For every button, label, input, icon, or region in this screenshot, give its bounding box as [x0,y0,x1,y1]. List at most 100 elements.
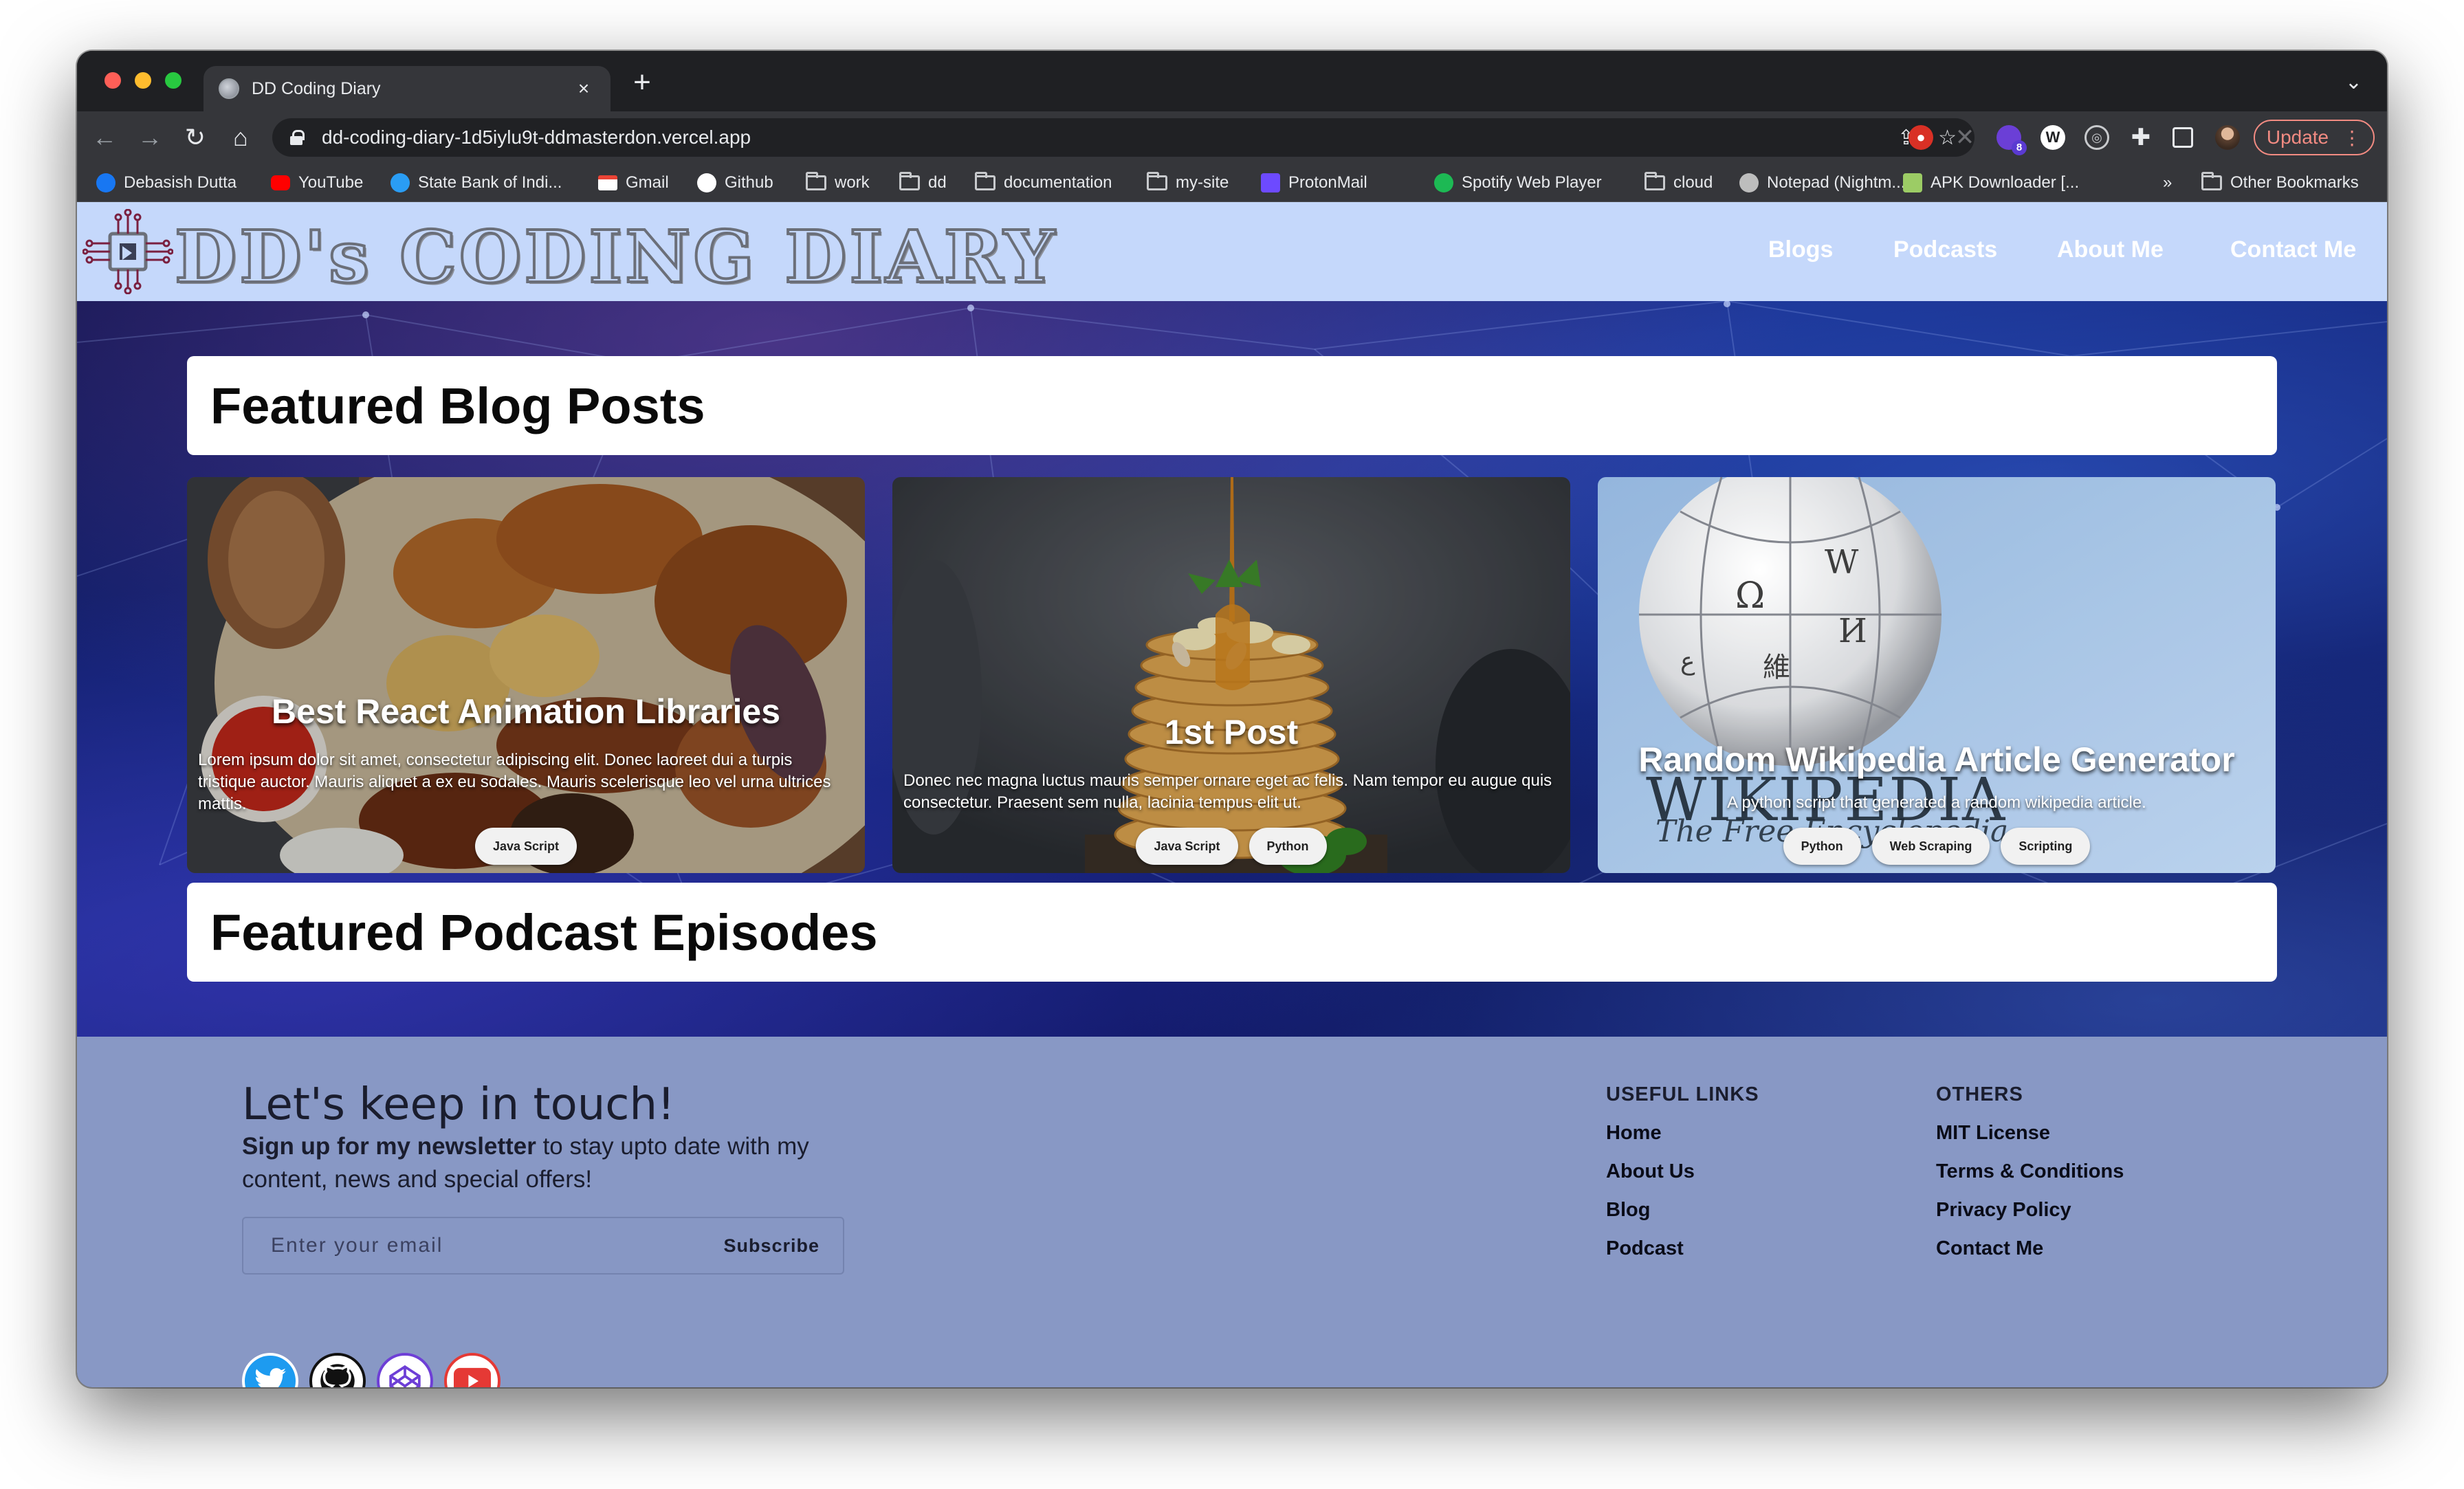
tag-python[interactable]: Python [1783,828,1861,865]
footer-link-privacy-policy[interactable]: Privacy Policy [1936,1199,2071,1222]
footer-link-mit-license[interactable]: MIT License [1936,1122,2050,1145]
tab-close-icon[interactable]: × [572,78,595,100]
tag-web-scraping[interactable]: Web Scraping [1871,828,1990,865]
bookmark-label: work [835,173,870,192]
footer-link-about-us[interactable]: About Us [1606,1160,1695,1183]
bookmark-label: Other Bookmarks [2230,173,2359,192]
bookmark-github[interactable]: Github [697,172,773,194]
maximize-window-button[interactable] [165,72,182,89]
bookmark-label: ProtonMail [1288,173,1367,192]
reload-button[interactable]: ↻ [180,122,210,153]
blog-card[interactable]: 1st Post Donec nec magna luctus mauris s… [892,477,1570,873]
update-button[interactable]: Update ⋮ [2254,120,2375,155]
site-footer: Let's keep in touch! Sign up for my news… [77,1037,2387,1387]
bookmark-youtube[interactable]: YouTube [271,172,363,194]
bookmark-sbi[interactable]: State Bank of Indi... [390,172,562,194]
browser-tab[interactable]: DD Coding Diary × [204,66,610,111]
extension-x-icon[interactable]: ✕ [1952,125,1977,150]
bookmark-label: cloud [1673,173,1713,192]
bookmark-folder-documentation[interactable]: documentation [975,172,1112,194]
email-input[interactable] [243,1218,701,1273]
lock-icon[interactable] [290,130,305,145]
bookmark-protonmail[interactable]: ProtonMail [1261,172,1367,194]
url-text[interactable]: dd-coding-diary-1d5iylu9t-ddmasterdon.ve… [322,126,1874,148]
card-title[interactable]: Best React Animation Libraries [187,692,865,731]
twitter-icon[interactable] [242,1353,298,1387]
address-bar[interactable]: dd-coding-diary-1d5iylu9t-ddmasterdon.ve… [272,118,1974,157]
codepen-icon[interactable] [377,1353,433,1387]
card-tags: Java Script Python [892,828,1570,865]
profile-avatar[interactable] [2215,125,2240,150]
tab-strip: DD Coding Diary × + ⌄ [77,51,2387,111]
newsletter-subtitle-bold: Sign up for my newsletter [242,1133,536,1160]
bookmark-gmail[interactable]: Gmail [598,172,669,194]
tag-python[interactable]: Python [1248,828,1327,865]
card-title[interactable]: Random Wikipedia Article Generator [1598,740,2276,780]
youtube-icon [271,175,290,190]
extension-shield-icon[interactable]: ● [1908,125,1933,150]
site-logo-text[interactable]: DD's CODING DIARY [173,213,1057,300]
extension-w-icon[interactable]: W [2040,125,2065,150]
close-window-button[interactable] [104,72,121,89]
new-tab-button[interactable]: + [627,67,657,98]
card-tags: Python Web Scraping Scripting [1598,828,2276,865]
bookmark-label: APK Downloader [... [1930,173,2080,192]
footer-link-blog[interactable]: Blog [1606,1199,1650,1222]
nav-link-about-me[interactable]: About Me [2057,236,2164,263]
nav-link-blogs[interactable]: Blogs [1768,236,1833,263]
tab-favicon-icon [219,78,239,99]
bookmark-label: Debasish Dutta [124,173,237,192]
logo-circuit-icon[interactable] [82,209,173,294]
tag-javascript[interactable]: Java Script [1136,828,1238,865]
back-button[interactable]: ← [89,122,120,153]
footer-link-home[interactable]: Home [1606,1122,1662,1145]
bookmark-folder-my-site[interactable]: my-site [1147,172,1229,194]
nav-link-contact-me[interactable]: Contact Me [2230,236,2356,263]
bookmark-notepad[interactable]: Notepad (Nightm... [1739,172,1905,194]
bookmark-folder-cloud[interactable]: cloud [1644,172,1713,194]
extension-target-icon[interactable]: ◎ [2084,125,2109,150]
others-heading: OTHERS [1936,1083,2023,1105]
nav-link-podcasts[interactable]: Podcasts [1893,236,1997,263]
bookmark-other-bookmarks[interactable]: Other Bookmarks [2201,172,2359,194]
blog-card[interactable]: Best React Animation Libraries Lorem ips… [187,477,865,873]
bookmarks-bar: Debasish Dutta YouTube State Bank of Ind… [77,164,2387,202]
useful-links-heading: USEFUL LINKS [1606,1083,1759,1105]
tab-search-icon[interactable]: ⌄ [2345,70,2362,94]
bookmarks-overflow-button[interactable]: » [2163,172,2172,194]
folder-icon [2201,172,2222,190]
card-description: A python script that generated a random … [1727,793,2146,812]
menu-dots-icon[interactable]: ⋮ [2342,126,2362,149]
home-button[interactable]: ⌂ [226,122,256,153]
forward-button[interactable]: → [135,122,165,153]
bookmark-folder-dd[interactable]: dd [899,172,947,194]
bookmark-folder-work[interactable]: work [806,172,870,194]
bookmark-debasish-dutta[interactable]: Debasish Dutta [96,172,236,194]
newsletter-form: Subscribe [242,1217,844,1275]
footer-link-contact-me[interactable]: Contact Me [1936,1237,2043,1260]
footer-link-podcast[interactable]: Podcast [1606,1237,1684,1260]
card-tags: Java Script [187,828,865,865]
bookmark-label: State Bank of Indi... [418,173,562,192]
extensions-puzzle-icon[interactable]: ✚ [2128,125,2153,150]
blog-card[interactable]: Ω W И 維 ع WIKIPEDIA The Free Encyclopedi… [1598,477,2276,873]
bookmark-apk-downloader[interactable]: APK Downloader [... [1903,172,2079,194]
update-label: Update [2266,126,2329,148]
featured-blogs-heading: Featured Blog Posts [210,377,705,434]
browser-toolbar: ← → ↻ ⌂ dd-coding-diary-1d5iylu9t-ddmast… [77,111,2387,164]
tag-javascript[interactable]: Java Script [474,828,578,865]
subscribe-button[interactable]: Subscribe [700,1235,843,1257]
youtube-icon[interactable] [444,1353,500,1387]
card-description: Lorem ipsum dolor sit amet, consectetur … [198,751,831,813]
extension-dots-icon[interactable]: 8 [1996,125,2027,155]
minimize-window-button[interactable] [135,72,151,89]
side-panel-icon[interactable] [2172,127,2193,148]
folder-icon [899,172,920,190]
github-icon[interactable] [309,1353,366,1387]
footer-link-terms[interactable]: Terms & Conditions [1936,1160,2124,1183]
card-title[interactable]: 1st Post [892,712,1570,752]
folder-icon [975,172,996,190]
folder-icon [806,172,826,190]
tag-scripting[interactable]: Scripting [2001,828,2091,865]
bookmark-spotify[interactable]: Spotify Web Player [1434,172,1602,194]
